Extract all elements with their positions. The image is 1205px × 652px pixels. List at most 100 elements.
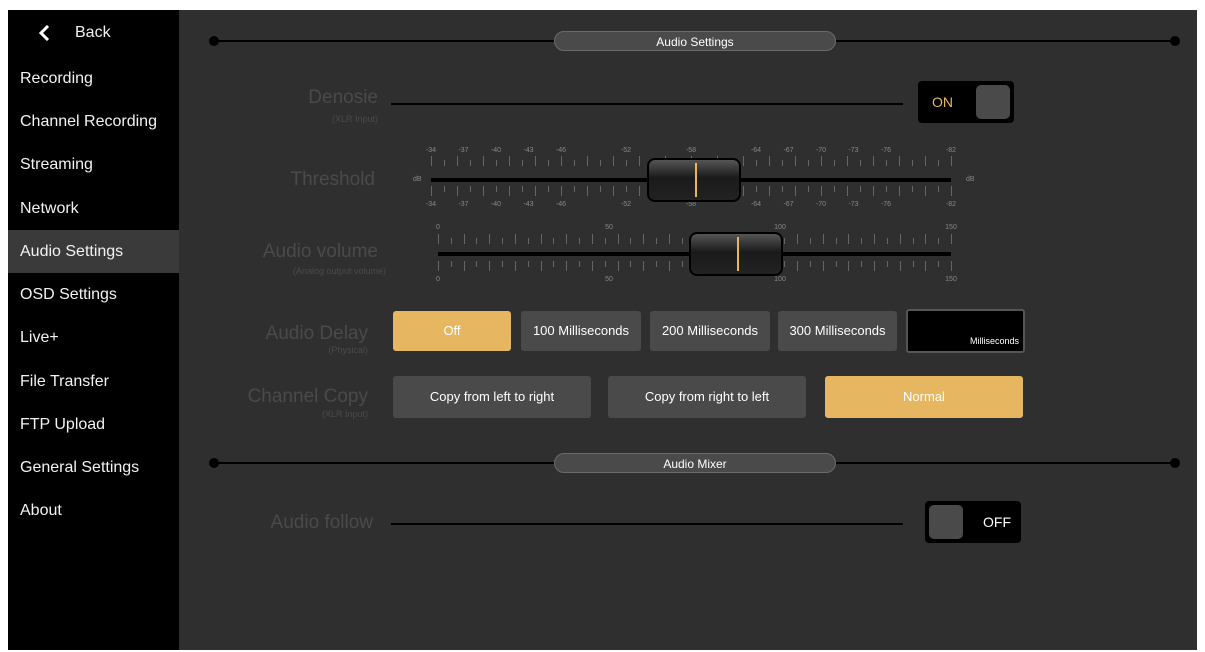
threshold-tick [483,156,484,166]
section-dot-right [1170,36,1180,46]
sidebar-item-audio-settings[interactable]: Audio Settings [8,230,179,273]
audio-volume-tick-label: 100 [774,224,786,231]
threshold-tick [587,186,588,196]
threshold-tick [808,186,809,192]
audio-delay-200ms[interactable]: 200 Milliseconds [650,311,770,351]
audio-volume-tick [502,238,504,244]
threshold-tick [574,160,575,166]
audio-volume-tick [630,261,632,267]
sidebar-item-about[interactable]: About [8,489,179,532]
audio-delay-100ms[interactable]: 100 Milliseconds [521,311,641,351]
threshold-tick-label: -67 [783,201,794,208]
threshold-tick [938,160,939,166]
back-label: Back [75,24,111,41]
sidebar-item-live-plus[interactable]: Live+ [8,316,179,359]
threshold-tick [782,160,783,166]
audio-volume-tick [668,261,670,271]
threshold-tick [574,186,575,192]
threshold-tick [834,160,835,166]
audio-delay-custom-unit: Milliseconds [969,336,1019,346]
audio-volume-tick [489,234,491,244]
audio-volume-tick [809,238,811,244]
denoise-toggle-knob [976,85,1010,119]
threshold-tick [860,186,861,192]
threshold-tick [821,156,822,166]
audio-follow-label: Audio follow [270,512,373,533]
threshold-tick [483,186,484,196]
sidebar-item-general-settings[interactable]: General Settings [8,446,179,489]
audio-volume-tick [579,238,581,244]
sidebar-item-ftp-upload[interactable]: FTP Upload [8,403,179,446]
threshold-tick [496,160,497,166]
section-title-audio-settings: Audio Settings [554,31,836,51]
audio-volume-label: Audio volume [262,241,378,262]
sidebar-item-recording[interactable]: Recording [8,57,179,100]
threshold-tick [548,186,549,192]
mixer-dot-right [1170,458,1180,468]
threshold-tick-label: -43 [523,201,534,208]
audio-volume-tick [630,238,632,244]
sidebar-item-network[interactable]: Network [8,187,179,230]
audio-volume-tick [835,238,837,244]
audio-volume-tick [591,234,593,244]
audio-volume-tick [938,238,940,244]
threshold-tick [769,156,770,166]
threshold-tick [795,156,796,166]
sidebar-item-osd-settings[interactable]: OSD Settings [8,273,179,316]
threshold-tick [522,160,523,166]
channel-copy-label: Channel Copy [247,386,368,407]
audio-delay-custom-input[interactable]: Milliseconds [906,309,1025,353]
threshold-tick-label: -64 [750,147,762,154]
back-button[interactable]: Back [8,18,179,48]
audio-volume-tick [809,261,811,267]
threshold-tick [639,186,640,196]
threshold-tick [808,160,809,166]
audio-volume-tick [476,238,478,244]
audio-volume-tick-label: 50 [605,224,613,231]
copy-right-to-left-button[interactable]: Copy from right to left [608,376,806,418]
threshold-tick-label: -70 [815,201,827,208]
audio-volume-tick [848,234,850,244]
audio-delay-off[interactable]: Off [393,311,511,351]
sidebar: Back Recording Channel Recording Streami… [8,10,179,650]
audio-volume-tick [604,261,606,267]
audio-volume-tick [566,234,568,244]
audio-volume-tick [476,261,478,267]
sidebar-item-file-transfer[interactable]: File Transfer [8,360,179,403]
audio-volume-tick [912,261,914,267]
threshold-tick [886,160,887,166]
audio-volume-tick [925,234,927,244]
audio-volume-tick [617,261,619,271]
audio-volume-handle[interactable] [688,232,783,276]
sidebar-item-streaming[interactable]: Streaming [8,143,179,186]
threshold-tick [756,186,757,192]
audio-volume-tick [553,238,555,244]
denoise-toggle[interactable]: ON [918,81,1014,123]
audio-volume-tick [797,234,799,244]
sidebar-item-channel-recording[interactable]: Channel Recording [8,100,179,143]
denoise-line [391,103,903,105]
threshold-tick-label: -34 [425,201,437,208]
audio-follow-line [391,523,903,525]
threshold-handle[interactable] [647,158,741,202]
threshold-tick [743,186,744,196]
threshold-tick [470,186,471,192]
audio-volume-tick-label: 50 [605,276,613,283]
threshold-tick-label: -46 [555,147,567,154]
threshold-tick [626,160,627,166]
audio-follow-state: OFF [983,514,1011,530]
threshold-handle-marker [695,163,697,197]
audio-volume-tick [514,234,516,244]
channel-copy-normal-button[interactable]: Normal [825,376,1023,418]
audio-delay-300ms[interactable]: 300 Milliseconds [778,311,897,351]
audio-volume-tick [874,234,876,244]
copy-left-to-right-button[interactable]: Copy from left to right [393,376,591,418]
audio-delay-sublabel: (Physical) [328,345,368,355]
audio-follow-toggle[interactable]: OFF [925,501,1021,543]
audio-volume-tick-label: 150 [945,224,957,231]
audio-volume-tick-label: 0 [436,276,440,283]
audio-volume-tick [527,238,529,244]
threshold-tick-label: -76 [880,201,892,208]
denoise-state: ON [932,94,953,110]
threshold-tick [899,156,900,166]
